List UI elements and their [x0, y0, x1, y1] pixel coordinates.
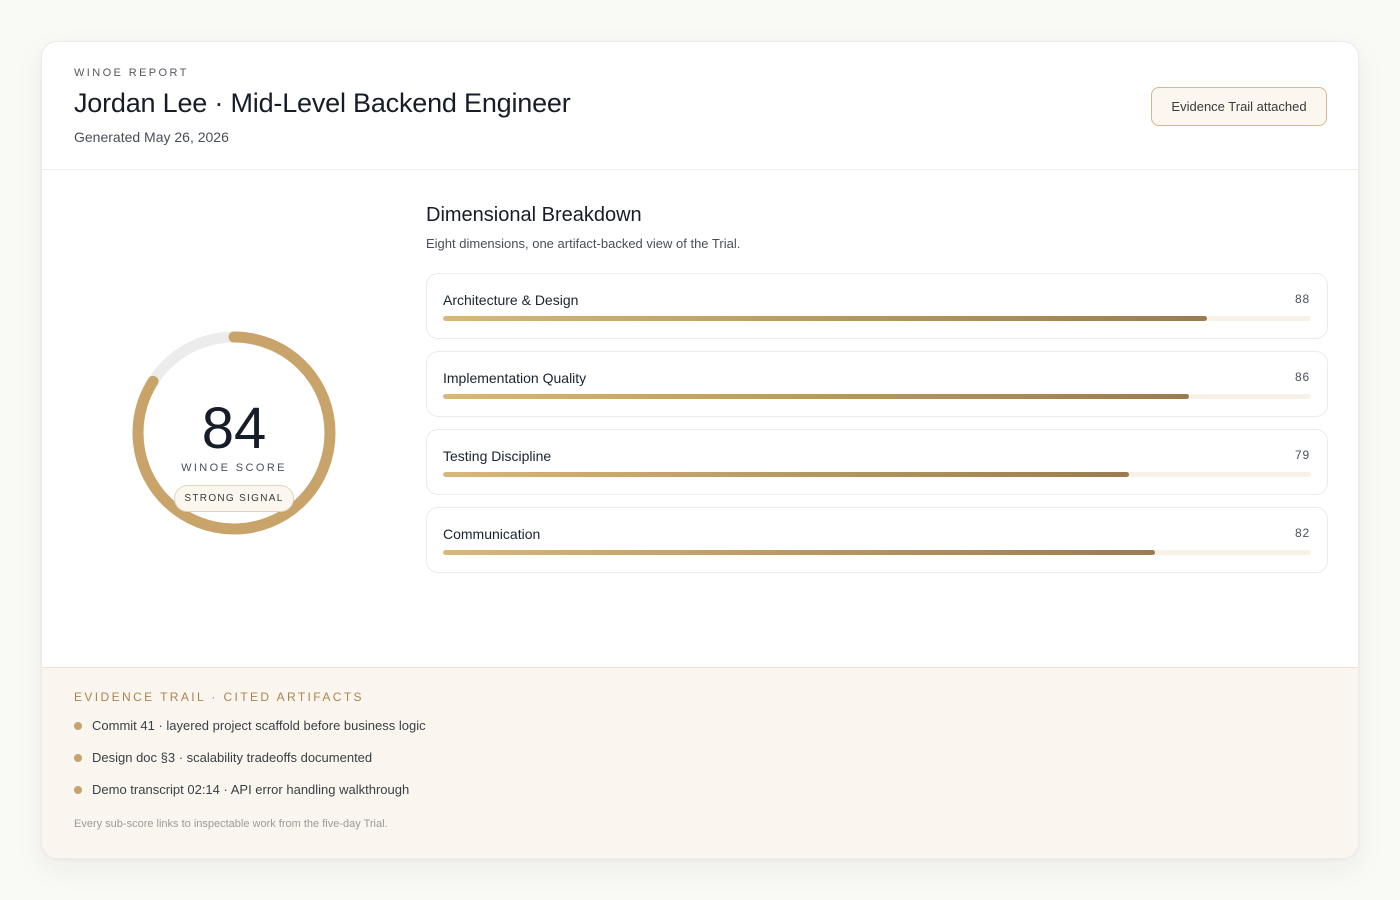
dimension-name: Testing Discipline: [443, 448, 552, 464]
dimension-card[interactable]: Implementation Quality 86: [426, 351, 1328, 417]
dimension-name: Communication: [443, 526, 541, 542]
evidence-item[interactable]: Demo transcript 02:14 · API error handli…: [74, 782, 409, 797]
winoe-report-card: WINOE REPORT Jordan Lee · Mid-Level Back…: [41, 41, 1359, 859]
dimension-bar-track: [443, 550, 1311, 555]
dimension-card[interactable]: Testing Discipline 79: [426, 429, 1328, 495]
generated-date: Generated May 26, 2026: [74, 129, 229, 145]
report-eyebrow: WINOE REPORT: [74, 67, 189, 79]
dimension-card[interactable]: Architecture & Design 88: [426, 273, 1328, 339]
evidence-item[interactable]: Commit 41 · layered project scaffold bef…: [74, 718, 426, 733]
report-header: WINOE REPORT Jordan Lee · Mid-Level Back…: [42, 42, 1358, 170]
dimension-bar-fill: [443, 472, 1129, 477]
dimension-score: 86: [1295, 370, 1310, 384]
score-label: WINOE SCORE: [181, 462, 287, 474]
dimension-card[interactable]: Communication 82: [426, 507, 1328, 573]
dimension-score: 88: [1295, 292, 1310, 306]
dimension-bar-track: [443, 472, 1311, 477]
bullet-dot-icon: [74, 753, 82, 762]
evidence-item-label: Demo transcript 02:14 · API error handli…: [92, 782, 410, 797]
breakdown-title: Dimensional Breakdown: [426, 204, 642, 226]
dimension-name: Implementation Quality: [443, 370, 587, 386]
bullet-dot-icon: [74, 721, 82, 730]
evidence-trail-section: EVIDENCE TRAIL · CITED ARTIFACTS Commit …: [42, 667, 1358, 858]
evidence-item-label: Commit 41 · layered project scaffold bef…: [92, 718, 426, 733]
dimension-bar-track: [443, 394, 1311, 399]
dimension-score: 82: [1295, 526, 1310, 540]
dimension-name: Architecture & Design: [443, 292, 579, 308]
dimension-bar-track: [443, 316, 1311, 321]
evidence-trail-button[interactable]: Evidence Trail attached: [1151, 87, 1327, 126]
dimension-bar-fill: [443, 316, 1207, 321]
score-gauge: 84 WINOE SCORE STRONG SIGNAL: [126, 325, 342, 541]
evidence-trail-title: EVIDENCE TRAIL · CITED ARTIFACTS: [74, 690, 364, 704]
dimension-bar-fill: [443, 394, 1190, 399]
page-title: Jordan Lee · Mid-Level Backend Engineer: [74, 88, 571, 118]
evidence-item-label: Design doc §3 · scalability tradeoffs do…: [92, 750, 373, 765]
bullet-dot-icon: [74, 785, 82, 794]
evidence-note: Every sub-score links to inspectable wor…: [74, 818, 388, 830]
dimension-bar-fill: [443, 550, 1155, 555]
dimension-score: 79: [1295, 448, 1310, 462]
evidence-item[interactable]: Design doc §3 · scalability tradeoffs do…: [74, 750, 372, 765]
score-value: 84: [201, 396, 267, 461]
report-main: 84 WINOE SCORE STRONG SIGNAL Dimensional…: [42, 171, 1358, 667]
breakdown-subtitle: Eight dimensions, one artifact-backed vi…: [426, 236, 741, 251]
signal-badge: STRONG SIGNAL: [174, 485, 294, 512]
